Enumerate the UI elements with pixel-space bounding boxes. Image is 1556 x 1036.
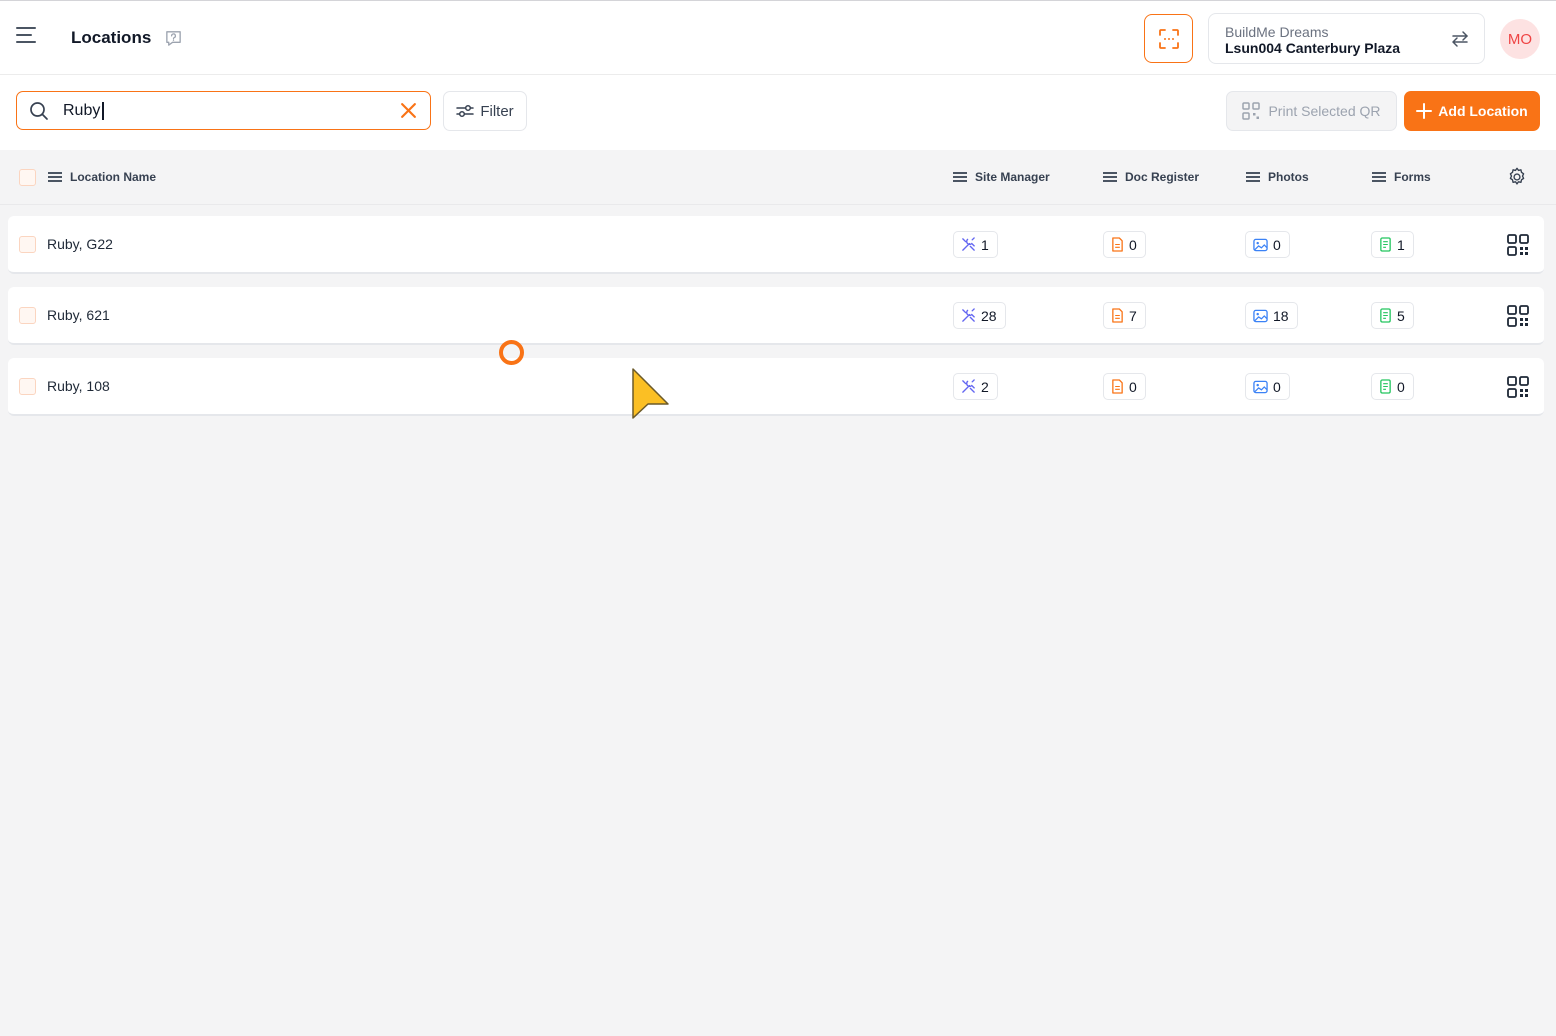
- column-menu-icon: [1246, 172, 1260, 182]
- print-selected-qr-button[interactable]: Print Selected QR: [1226, 91, 1397, 131]
- photos-count[interactable]: 18: [1245, 302, 1298, 329]
- tools-icon: [962, 237, 975, 251]
- project-org: BuildMe Dreams: [1225, 24, 1329, 40]
- column-header-forms[interactable]: Forms: [1372, 170, 1431, 184]
- document-icon: [1112, 308, 1123, 323]
- column-header-location-name[interactable]: Location Name: [48, 170, 156, 184]
- location-name: Ruby, 108: [47, 378, 110, 394]
- tools-icon: [962, 308, 975, 322]
- page-title: Locations: [71, 28, 152, 47]
- count-value: 0: [1129, 378, 1137, 395]
- photos-count[interactable]: 0: [1245, 373, 1290, 400]
- table-header: Location Name Site Manager Doc Register …: [0, 150, 1556, 205]
- swap-icon: [1452, 31, 1468, 47]
- qr-code-icon[interactable]: [1507, 305, 1529, 327]
- project-name: Lsun004 Canterbury Plaza: [1225, 40, 1401, 56]
- mouse-cursor-icon: [632, 368, 669, 419]
- toolbar: Filter Print Selected QR Add Location: [0, 75, 1556, 150]
- column-label: Photos: [1268, 170, 1309, 184]
- print-label: Print Selected QR: [1268, 103, 1381, 119]
- project-switcher[interactable]: BuildMe Dreams Lsun004 Canterbury Plaza: [1208, 13, 1485, 64]
- doc-register-count[interactable]: 7: [1103, 302, 1146, 329]
- sliders-icon: [456, 104, 475, 118]
- table-row[interactable]: Ruby, G22 1 0 0 1: [8, 216, 1544, 274]
- top-bar: Locations BuildMe Dreams Lsun004 Canterb…: [0, 0, 1556, 75]
- table-row[interactable]: Ruby, 621 28 7 18 5: [8, 287, 1544, 345]
- site-manager-count[interactable]: 2: [953, 373, 998, 400]
- tools-icon: [962, 379, 975, 393]
- row-checkbox[interactable]: [19, 236, 36, 253]
- column-header-photos[interactable]: Photos: [1246, 170, 1309, 184]
- site-manager-count[interactable]: 1: [953, 231, 998, 258]
- row-checkbox[interactable]: [19, 307, 36, 324]
- select-all-checkbox[interactable]: [19, 169, 36, 186]
- column-label: Doc Register: [1125, 170, 1200, 184]
- column-header-site-manager[interactable]: Site Manager: [953, 170, 1050, 184]
- count-value: 0: [1273, 378, 1281, 395]
- column-menu-icon: [1103, 172, 1117, 182]
- form-icon: [1380, 237, 1391, 252]
- column-label: Location Name: [70, 170, 157, 184]
- search-icon: [30, 102, 48, 120]
- add-location-button[interactable]: Add Location: [1404, 91, 1540, 131]
- column-menu-icon: [953, 172, 967, 182]
- photos-count[interactable]: 0: [1245, 231, 1290, 258]
- column-menu-icon: [1372, 172, 1386, 182]
- scan-icon: [1158, 28, 1179, 49]
- location-name: Ruby, G22: [47, 236, 113, 252]
- close-icon[interactable]: [400, 102, 417, 119]
- location-name: Ruby, 621: [47, 307, 110, 323]
- count-value: 0: [1273, 236, 1281, 253]
- document-icon: [1112, 379, 1123, 394]
- image-icon: [1253, 238, 1268, 251]
- image-icon: [1253, 380, 1268, 393]
- text-caret: [102, 102, 104, 120]
- forms-count[interactable]: 1: [1371, 231, 1414, 258]
- qr-code-icon: [1242, 102, 1261, 120]
- site-manager-count[interactable]: 28: [953, 302, 1006, 329]
- filter-label: Filter: [480, 102, 514, 120]
- forms-count[interactable]: 5: [1371, 302, 1414, 329]
- count-value: 1: [1397, 236, 1405, 253]
- avatar[interactable]: MO: [1500, 19, 1540, 59]
- column-header-doc-register[interactable]: Doc Register: [1103, 170, 1199, 184]
- form-icon: [1380, 308, 1391, 323]
- column-label: Forms: [1394, 170, 1431, 184]
- count-value: 2: [981, 378, 989, 395]
- plus-icon: [1416, 103, 1433, 119]
- count-value: 28: [981, 307, 997, 324]
- doc-register-count[interactable]: 0: [1103, 231, 1146, 258]
- image-icon: [1253, 309, 1268, 322]
- scan-button[interactable]: [1144, 14, 1193, 63]
- document-icon: [1112, 237, 1123, 252]
- add-location-label: Add Location: [1438, 103, 1528, 119]
- forms-count[interactable]: 0: [1371, 373, 1414, 400]
- row-checkbox[interactable]: [19, 378, 36, 395]
- column-menu-icon: [48, 172, 62, 182]
- form-icon: [1380, 379, 1391, 394]
- count-value: 0: [1397, 378, 1405, 395]
- search-box[interactable]: [16, 91, 431, 130]
- search-input[interactable]: [63, 100, 383, 122]
- count-value: 0: [1129, 236, 1137, 253]
- count-value: 18: [1273, 307, 1289, 324]
- count-value: 5: [1397, 307, 1405, 324]
- help-icon[interactable]: [164, 29, 183, 48]
- click-indicator: [499, 340, 524, 365]
- qr-code-icon[interactable]: [1507, 376, 1529, 398]
- filter-button[interactable]: Filter: [443, 91, 527, 131]
- menu-icon[interactable]: [16, 27, 40, 49]
- count-value: 7: [1129, 307, 1137, 324]
- qr-code-icon[interactable]: [1507, 234, 1529, 256]
- count-value: 1: [981, 236, 989, 253]
- doc-register-count[interactable]: 0: [1103, 373, 1146, 400]
- column-label: Site Manager: [975, 170, 1050, 184]
- gear-icon[interactable]: [1506, 166, 1528, 188]
- table-row[interactable]: Ruby, 108 2 0 0 0: [8, 358, 1544, 416]
